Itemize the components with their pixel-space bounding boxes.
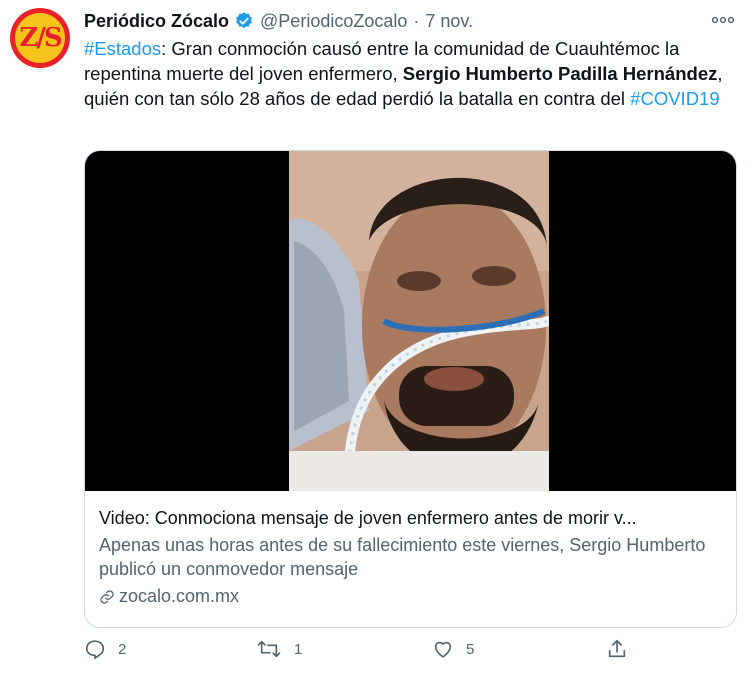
like-count: 5	[466, 640, 475, 658]
share-icon	[608, 639, 626, 658]
tweet[interactable]: Z/S Periódico Zócalo @PeriodicoZocalo · …	[0, 0, 750, 673]
link-preview-card[interactable]: Video: Conmociona mensaje de joven enfer…	[84, 150, 737, 628]
card-video-thumbnail[interactable]	[85, 151, 736, 491]
retweet-icon	[257, 640, 281, 658]
card-title[interactable]: Video: Conmociona mensaje de joven enfer…	[99, 505, 722, 531]
author-handle[interactable]: @PeriodicoZocalo	[260, 11, 407, 32]
author-name[interactable]: Periódico Zócalo	[84, 11, 229, 32]
card-body: Video: Conmociona mensaje de joven enfer…	[85, 491, 736, 607]
link-icon	[100, 589, 114, 604]
tweet-bold-name: Sergio Humberto Padilla Hernández	[402, 63, 718, 84]
retweet-button[interactable]: 1	[256, 638, 302, 660]
heart-icon	[434, 641, 452, 658]
reply-count: 2	[118, 640, 127, 658]
patient-photo-illustration	[289, 151, 549, 491]
like-button[interactable]: 5	[432, 638, 474, 660]
retweet-count: 1	[294, 640, 303, 658]
video-frame-image	[289, 151, 549, 491]
avatar-logo: Z/S	[15, 13, 65, 63]
card-domain: zocalo.com.mx	[99, 586, 722, 607]
separator-dot: ·	[413, 10, 420, 31]
card-description: Apenas unas horas antes de su fallecimie…	[99, 535, 706, 579]
verified-badge-icon	[236, 12, 252, 29]
share-button[interactable]	[606, 638, 640, 660]
hashtag-estados-link[interactable]: #Estados	[84, 38, 161, 59]
tweet-date[interactable]: 7 nov.	[425, 11, 473, 32]
hashtag-covid19-link[interactable]: #COVID19	[630, 88, 719, 109]
tweet-header: Periódico Zócalo @PeriodicoZocalo · 7 no…	[84, 8, 736, 34]
tweet-actions: 2 1 5	[84, 638, 644, 666]
reply-icon	[85, 640, 105, 659]
card-domain-text: zocalo.com.mx	[119, 586, 240, 606]
avatar-logo-text: Z/S	[19, 23, 62, 53]
reply-button[interactable]: 2	[84, 638, 126, 660]
avatar[interactable]: Z/S	[10, 8, 70, 68]
tweet-text: #Estados: Gran conmoción causó entre la …	[84, 36, 736, 111]
more-options-icon[interactable]	[710, 10, 736, 30]
